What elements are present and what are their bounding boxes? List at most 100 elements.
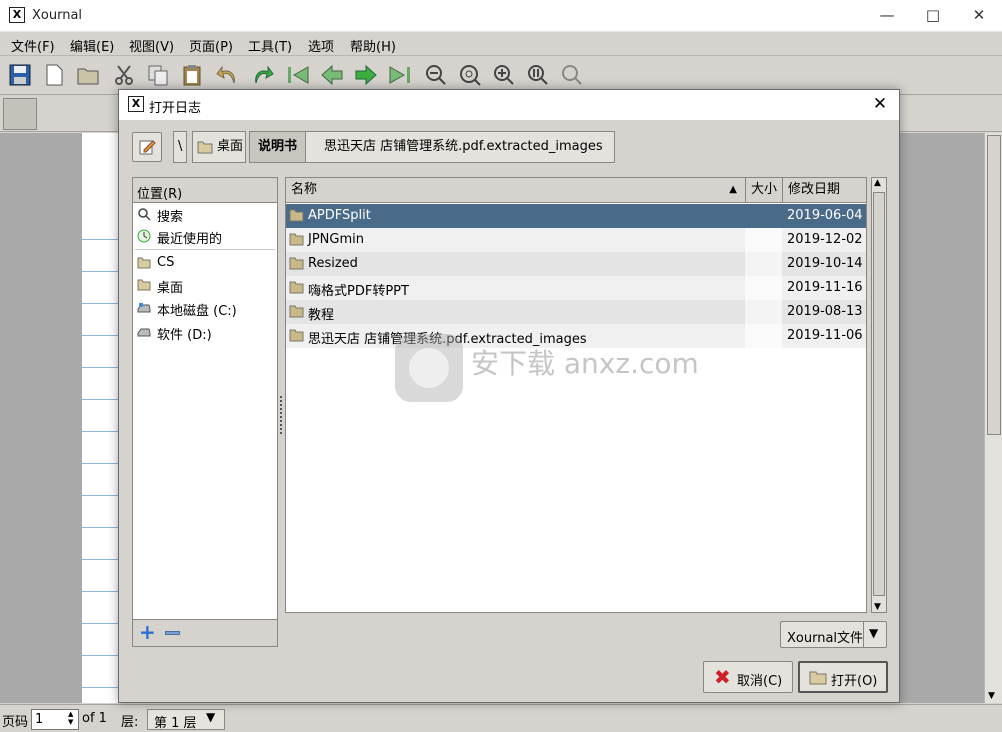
file-name: Resized <box>308 256 358 271</box>
pen-tool-button[interactable] <box>3 98 37 130</box>
paper-ruled-line <box>82 559 122 560</box>
paper-ruled-line <box>82 495 122 496</box>
minimize-button[interactable]: — <box>864 0 910 32</box>
place-desktop-label: 桌面 <box>157 281 184 296</box>
paper-ruled-line <box>82 527 122 528</box>
drive-icon <box>137 303 151 313</box>
file-row[interactable]: JPNGmin 2019-12-02 <box>286 228 866 252</box>
paper-ruled-line <box>82 303 122 304</box>
scroll-up-arrow-icon[interactable]: ▲ <box>874 178 881 188</box>
copy-icon[interactable] <box>146 63 170 87</box>
add-bookmark-icon[interactable]: + <box>139 621 156 643</box>
file-date: 2019-12-02 <box>787 232 863 247</box>
first-page-icon[interactable] <box>286 63 310 87</box>
title-bar: X Xournal — □ ✕ <box>0 0 1002 32</box>
paper-ruled-line <box>82 431 122 432</box>
file-row[interactable]: Resized 2019-10-14 <box>286 252 866 276</box>
menu-help[interactable]: 帮助(H) <box>350 36 396 55</box>
place-cs[interactable]: CS <box>135 254 275 274</box>
breadcrumb-manual[interactable]: 说明书 <box>249 131 307 163</box>
remove-bookmark-icon[interactable] <box>165 631 180 635</box>
places-header[interactable]: 位置(R) <box>133 178 277 203</box>
file-row[interactable]: 嗨格式PDF转PPT 2019-11-16 <box>286 276 866 300</box>
undo-icon[interactable] <box>216 63 240 87</box>
column-date[interactable]: 修改日期 <box>783 178 866 203</box>
column-size[interactable]: 大小 <box>746 178 783 203</box>
zoom-out-icon[interactable] <box>424 63 448 87</box>
open-button[interactable]: 打开(O) <box>798 661 888 693</box>
drive-icon <box>137 328 151 337</box>
file-type-value: Xournal文件 <box>787 631 864 646</box>
scroll-down-arrow-icon[interactable]: ▼ <box>988 691 995 701</box>
file-date: 2019-11-06 <box>787 328 863 343</box>
close-button[interactable]: ✕ <box>956 0 1002 32</box>
page-spin-icon[interactable]: ▲ ▼ <box>68 710 73 726</box>
file-size-cell <box>745 276 782 300</box>
folder-icon <box>289 305 304 318</box>
cancel-button[interactable]: ✖ 取消(C) <box>703 661 793 693</box>
file-size-cell <box>745 252 782 276</box>
breadcrumb-extracted-images[interactable]: 思迅天店 店铺管理系统.pdf.extracted_images <box>305 131 615 163</box>
folder-icon <box>289 209 304 222</box>
open-journal-dialog: X 打开日志 ✕ \ 桌面 说明书 思迅天店 店铺管理系统.pdf.extrac… <box>118 89 900 703</box>
save-icon[interactable] <box>8 63 32 87</box>
previous-page-icon[interactable] <box>320 63 344 87</box>
zoom-fit-icon[interactable] <box>458 63 482 87</box>
menu-tools[interactable]: 工具(T) <box>248 36 292 55</box>
open-folder-icon[interactable] <box>76 63 100 87</box>
file-list-scrollbar[interactable]: ▲ ▼ <box>871 177 887 613</box>
menu-bar: 文件(F) 编辑(E) 视图(V) 页面(P) 工具(T) 选项 帮助(H) <box>0 32 1002 56</box>
file-row[interactable]: 教程 2019-08-13 <box>286 300 866 324</box>
menu-edit[interactable]: 编辑(E) <box>70 36 114 55</box>
place-drive-d[interactable]: 软件 (D:) <box>135 323 275 343</box>
maximize-button[interactable]: □ <box>910 0 956 32</box>
place-drive-c[interactable]: 本地磁盘 (C:) <box>135 299 275 319</box>
menu-file[interactable]: 文件(F) <box>11 36 55 55</box>
last-page-icon[interactable] <box>388 63 412 87</box>
paper-ruled-line <box>82 271 122 272</box>
zoom-normal-icon[interactable] <box>526 63 550 87</box>
paper-ruled-line <box>82 239 122 240</box>
place-recent[interactable]: 最近使用的 <box>135 227 275 247</box>
column-name[interactable]: 名称 ▲ <box>286 178 746 203</box>
scrollbar-thumb[interactable] <box>987 135 1001 435</box>
next-page-icon[interactable] <box>354 63 378 87</box>
file-list-scroll-thumb[interactable] <box>873 192 885 596</box>
paper-ruled-line <box>82 623 122 624</box>
place-search[interactable]: 搜索 <box>135 205 275 225</box>
redo-icon[interactable] <box>250 63 274 87</box>
folder-icon <box>289 281 304 294</box>
menu-view[interactable]: 视图(V) <box>129 36 174 55</box>
cut-icon[interactable] <box>112 63 136 87</box>
file-size-cell <box>745 324 782 348</box>
type-location-button[interactable] <box>132 132 162 162</box>
folder-icon <box>289 233 304 246</box>
dialog-close-button[interactable]: ✕ <box>865 90 895 120</box>
paper-ruled-line <box>82 591 122 592</box>
open-label: 打开(O) <box>831 674 878 689</box>
paper-page[interactable] <box>82 133 122 703</box>
paste-icon[interactable] <box>180 63 204 87</box>
layer-select[interactable]: 第 1 层 ▼ <box>147 709 225 731</box>
vertical-scrollbar[interactable]: ▼ <box>984 133 1002 703</box>
menu-page[interactable]: 页面(P) <box>189 36 233 55</box>
places-panel: 位置(R) 搜索 最近使用的 CS 桌面 本地磁盘 (C:) 软件 (D:) <box>132 177 278 647</box>
file-type-filter[interactable]: Xournal文件 ▼ <box>780 621 887 648</box>
zoom-in-icon[interactable] <box>492 63 516 87</box>
watermark-logo <box>395 334 463 402</box>
zoom-width-icon[interactable] <box>560 63 584 87</box>
status-bar: 页码 ▲▼ of 1 层: 第 1 层 ▼ <box>0 704 1002 732</box>
pane-resize-handle[interactable] <box>280 396 283 434</box>
paper-ruled-line <box>82 463 122 464</box>
folder-icon <box>137 279 151 291</box>
place-desktop[interactable]: 桌面 <box>135 276 275 296</box>
place-drive-c-label: 本地磁盘 (C:) <box>157 304 237 319</box>
new-file-icon[interactable] <box>42 63 66 87</box>
menu-options[interactable]: 选项 <box>308 36 334 55</box>
file-row[interactable]: APDFSplit 2019-06-04 <box>286 204 866 228</box>
sort-ascending-icon: ▲ <box>729 184 737 195</box>
layer-value: 第 1 层 <box>154 716 197 731</box>
breadcrumb-root[interactable]: \ <box>173 131 188 163</box>
breadcrumb-desktop[interactable]: 桌面 <box>192 131 246 163</box>
scroll-down-arrow-icon[interactable]: ▼ <box>874 602 881 612</box>
